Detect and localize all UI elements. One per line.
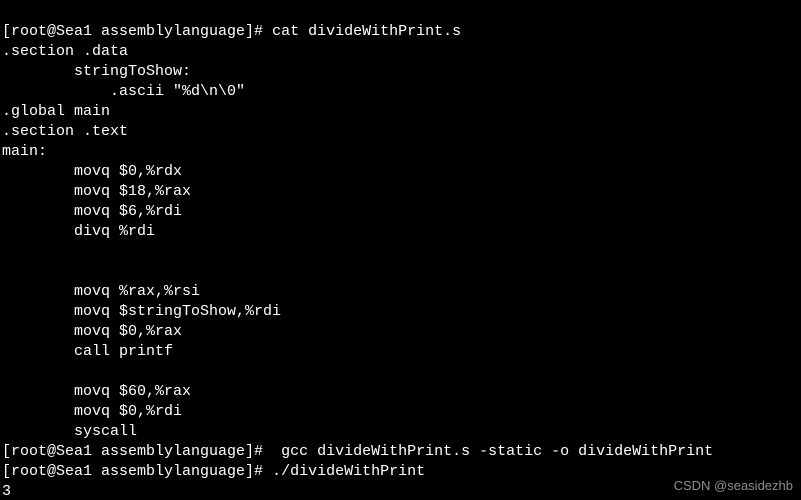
source-line: movq $18,%rax <box>2 183 191 200</box>
terminal-window[interactable]: [root@Sea1 assemblylanguage]# cat divide… <box>0 0 801 500</box>
command-run: ./divideWithPrint <box>272 463 425 480</box>
source-line: main: <box>2 143 47 160</box>
source-line: movq $stringToShow,%rdi <box>2 303 281 320</box>
source-line: .section .text <box>2 123 128 140</box>
source-line: movq $0,%rax <box>2 323 182 340</box>
source-line: .section .data <box>2 43 128 60</box>
command-cat: cat divideWithPrint.s <box>272 23 461 40</box>
source-line: .global main <box>2 103 110 120</box>
watermark-text: CSDN @seasidezhb <box>674 476 793 496</box>
source-line: call printf <box>2 343 173 360</box>
source-line: syscall <box>2 423 137 440</box>
source-line: movq $0,%rdi <box>2 403 182 420</box>
shell-prompt: [root@Sea1 assemblylanguage]# <box>2 23 263 40</box>
source-line: divq %rdi <box>2 223 155 240</box>
source-line: movq $6,%rdi <box>2 203 182 220</box>
source-line: .ascii "%d\n\0" <box>2 83 245 100</box>
program-output: 3 <box>2 483 11 500</box>
source-line: movq $0,%rdx <box>2 163 182 180</box>
source-line: movq %rax,%rsi <box>2 283 200 300</box>
source-line: stringToShow: <box>2 63 191 80</box>
command-gcc: gcc divideWithPrint.s -static -o divideW… <box>272 443 713 460</box>
shell-prompt: [root@Sea1 assemblylanguage]# <box>2 463 263 480</box>
source-line: movq $60,%rax <box>2 383 191 400</box>
shell-prompt: [root@Sea1 assemblylanguage]# <box>2 443 263 460</box>
